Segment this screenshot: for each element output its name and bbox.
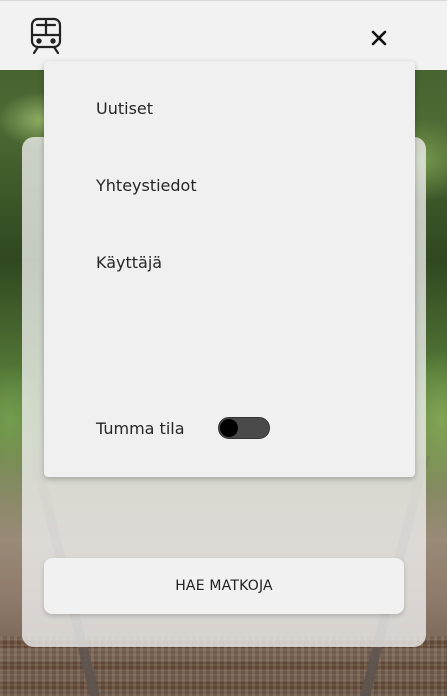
close-menu-button[interactable] <box>366 25 392 51</box>
top-navbar <box>0 0 447 70</box>
menu-item-contacts[interactable]: Yhteystiedot <box>96 176 197 195</box>
menu-item-news[interactable]: Uutiset <box>96 99 153 118</box>
navigation-menu: Uutiset Yhteystiedot Käyttäjä Tumma tila <box>44 61 415 477</box>
dark-mode-toggle[interactable] <box>217 417 270 439</box>
dark-mode-label: Tumma tila <box>96 418 185 438</box>
search-trips-button[interactable]: HAE MATKOJA <box>44 558 404 614</box>
train-icon[interactable] <box>29 17 63 55</box>
close-icon <box>371 30 387 46</box>
toggle-knob <box>219 419 238 437</box>
menu-item-user[interactable]: Käyttäjä <box>96 253 162 272</box>
dark-mode-row: Tumma tila <box>96 417 270 439</box>
